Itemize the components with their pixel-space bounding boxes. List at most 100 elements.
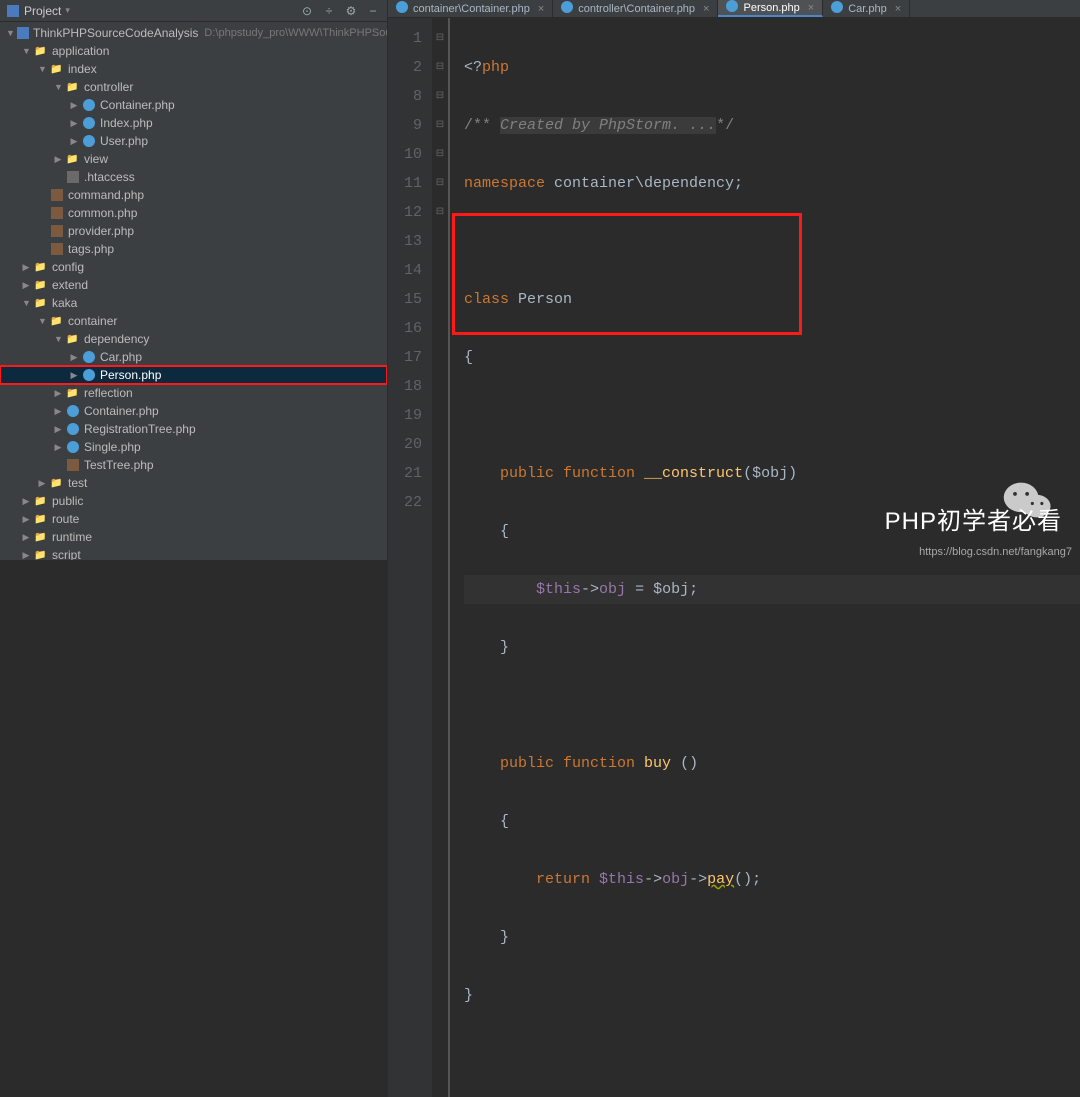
- tree-item[interactable]: ▶Container.php: [0, 402, 387, 420]
- close-icon[interactable]: ×: [808, 2, 814, 14]
- collapse-icon[interactable]: −: [365, 4, 381, 18]
- expand-icon[interactable]: ▼: [54, 82, 62, 92]
- tree-item[interactable]: ▼📁index: [0, 60, 387, 78]
- editor-tab[interactable]: Person.php×: [718, 0, 823, 17]
- expand-icon[interactable]: ▶: [54, 154, 62, 165]
- expand-icon[interactable]: ▶: [22, 496, 30, 507]
- expand-icon[interactable]: ▶: [54, 442, 62, 453]
- expand-icon[interactable]: ▶: [70, 370, 78, 381]
- doc-comment-start: /**: [464, 117, 500, 134]
- tree-item[interactable]: ▼📁container: [0, 312, 387, 330]
- fold-toggle-icon[interactable]: ⊟: [432, 140, 448, 169]
- expand-icon[interactable]: ▶: [54, 388, 62, 399]
- editor-tab[interactable]: Car.php×: [823, 0, 910, 17]
- tree-item[interactable]: ▶📁 test: [0, 474, 387, 492]
- php-class-icon: [81, 116, 96, 131]
- expand-icon[interactable]: ▶: [22, 532, 30, 543]
- expand-icon[interactable]: ▼: [38, 64, 46, 74]
- fold-toggle-icon[interactable]: ⊟: [432, 53, 448, 82]
- fold-toggle-icon[interactable]: ⊟: [432, 24, 448, 53]
- expand-icon[interactable]: ▶: [22, 280, 30, 291]
- fold-toggle-icon[interactable]: ⊟: [432, 82, 448, 111]
- tree-item[interactable]: ▶Car.php: [0, 348, 387, 366]
- tree-item[interactable]: ▶Single.php: [0, 438, 387, 456]
- expand-icon[interactable]: [38, 226, 46, 236]
- tree-item[interactable]: ▶RegistrationTree.php: [0, 420, 387, 438]
- tree-item-label: extend: [52, 278, 88, 292]
- fold-toggle-icon[interactable]: ⊟: [432, 111, 448, 140]
- tree-item[interactable]: ▶User.php: [0, 132, 387, 150]
- editor-tab[interactable]: container\Container.php×: [388, 0, 553, 17]
- fold-gutter[interactable]: ⊟⊟⊟⊟⊟⊟⊟: [432, 18, 450, 1097]
- tree-item[interactable]: TestTree.php: [0, 456, 387, 474]
- expand-icon[interactable]: ▶: [54, 406, 62, 417]
- editor-tab[interactable]: controller\Container.php×: [553, 0, 718, 17]
- gear-icon[interactable]: ⚙: [343, 4, 359, 18]
- expand-icon[interactable]: ▶: [22, 262, 30, 273]
- tree-item[interactable]: ▶📁config: [0, 258, 387, 276]
- tree-item[interactable]: ▶📁runtime: [0, 528, 387, 546]
- folder-icon: 📁: [65, 332, 80, 347]
- tree-item-label: reflection: [84, 386, 133, 400]
- expand-icon[interactable]: [54, 172, 62, 182]
- tree-item[interactable]: common.php: [0, 204, 387, 222]
- scroll-from-source-icon[interactable]: ⊙: [299, 4, 315, 18]
- expand-icon[interactable]: ▶: [22, 514, 30, 525]
- tree-item[interactable]: ▼📁application: [0, 42, 387, 60]
- expand-icon[interactable]: ▶: [38, 478, 46, 489]
- tree-item[interactable]: ▶Person.php: [0, 366, 387, 384]
- tree-item-label: kaka: [52, 296, 77, 310]
- tree-item[interactable]: ▼📁kaka: [0, 294, 387, 312]
- close-icon[interactable]: ×: [895, 3, 901, 15]
- tree-item[interactable]: ▶Index.php: [0, 114, 387, 132]
- close-icon[interactable]: ×: [703, 3, 709, 15]
- php-class-icon: [561, 1, 573, 16]
- project-header: Project ▾ ⊙ ÷ ⚙ −: [0, 0, 387, 22]
- tree-item[interactable]: ▶📁route: [0, 510, 387, 528]
- tree-item[interactable]: ▶📁reflection: [0, 384, 387, 402]
- tree-item[interactable]: provider.php: [0, 222, 387, 240]
- php-class-icon: [726, 0, 738, 15]
- tree-item[interactable]: ▼📁dependency: [0, 330, 387, 348]
- tree-item[interactable]: .htaccess: [0, 168, 387, 186]
- tree-root[interactable]: ▼ ThinkPHPSourceCodeAnalysis D:\phpstudy…: [0, 24, 387, 42]
- tree-item[interactable]: command.php: [0, 186, 387, 204]
- expand-icon[interactable]: [54, 460, 62, 470]
- php-config-icon: [49, 188, 64, 203]
- folder-icon: 📁: [33, 44, 48, 59]
- expand-icon[interactable]: ▶: [70, 100, 78, 111]
- expand-icon[interactable]: [38, 208, 46, 218]
- project-title: Project: [24, 4, 61, 18]
- tree-item[interactable]: ▶📁extend: [0, 276, 387, 294]
- line-number: 12: [388, 198, 422, 227]
- fold-toggle-icon[interactable]: ⊟: [432, 198, 448, 227]
- fold-toggle-icon[interactable]: ⊟: [432, 169, 448, 198]
- tree-item[interactable]: tags.php: [0, 240, 387, 258]
- expand-icon[interactable]: ▶: [54, 424, 62, 435]
- folder-icon: 📁: [49, 476, 64, 491]
- tree-item[interactable]: ▶Container.php: [0, 96, 387, 114]
- expand-icon[interactable]: [38, 190, 46, 200]
- tree-item[interactable]: ▼📁controller: [0, 78, 387, 96]
- tree-item-label: test: [68, 476, 87, 490]
- expand-icon[interactable]: ▶: [70, 352, 78, 363]
- line-number: 21: [388, 459, 422, 488]
- expand-icon[interactable]: ▼: [22, 298, 30, 308]
- divide-icon[interactable]: ÷: [321, 4, 337, 18]
- project-tree[interactable]: ▼ ThinkPHPSourceCodeAnalysis D:\phpstudy…: [0, 22, 387, 560]
- expand-icon[interactable]: ▶: [70, 118, 78, 129]
- close-icon[interactable]: ×: [538, 3, 544, 15]
- expand-icon[interactable]: ▶: [22, 550, 30, 561]
- expand-icon[interactable]: ▼: [6, 28, 14, 38]
- folder-icon: 📁: [49, 62, 64, 77]
- expand-icon[interactable]: ▼: [38, 316, 46, 326]
- expand-icon[interactable]: ▼: [54, 334, 62, 344]
- tree-item[interactable]: ▶📁view: [0, 150, 387, 168]
- expand-icon[interactable]: ▼: [22, 46, 30, 56]
- expand-icon[interactable]: ▶: [70, 136, 78, 147]
- tree-item[interactable]: ▶📁script: [0, 546, 387, 560]
- tree-item-label: command.php: [68, 188, 144, 202]
- expand-icon[interactable]: [38, 244, 46, 254]
- chevron-down-icon[interactable]: ▾: [65, 5, 70, 16]
- tree-item[interactable]: ▶📁public: [0, 492, 387, 510]
